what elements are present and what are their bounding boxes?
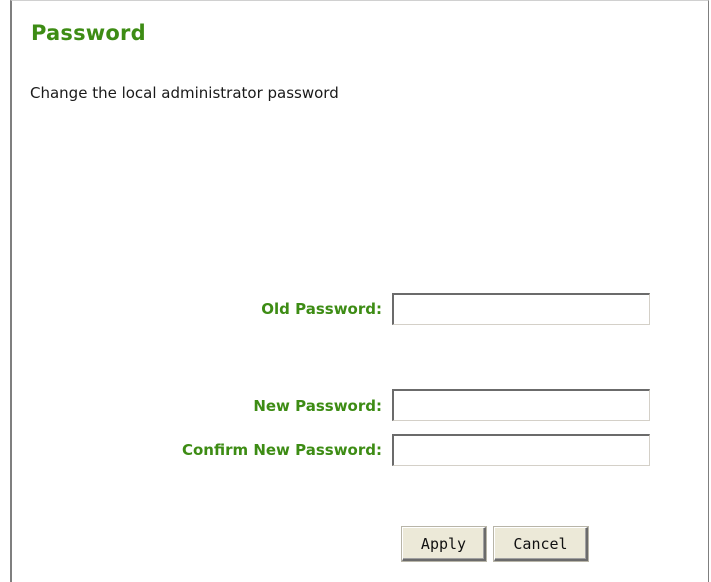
old-password-input[interactable] — [392, 293, 650, 325]
old-password-label: Old Password: — [261, 300, 382, 318]
confirm-new-password-input[interactable] — [392, 434, 650, 466]
password-panel: Password Change the local administrator … — [10, 0, 709, 582]
cancel-button[interactable]: Cancel — [494, 527, 588, 561]
new-password-input[interactable] — [392, 389, 650, 421]
new-password-label: New Password: — [253, 397, 382, 415]
apply-button[interactable]: Apply — [402, 527, 486, 561]
page-description: Change the local administrator password — [30, 84, 339, 102]
confirm-new-password-label: Confirm New Password: — [181, 441, 382, 459]
page-title: Password — [31, 21, 146, 45]
